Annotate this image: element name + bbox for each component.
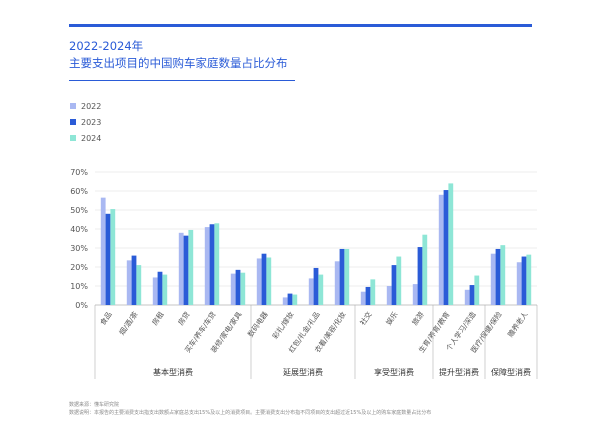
bar-2023-9 (339, 248, 345, 305)
bar-2022-15 (490, 253, 496, 305)
bar-2024-4 (214, 223, 220, 305)
y-tick-label: 10% (70, 282, 88, 291)
x-axis: 食品 烟/酒/茶 房租 房贷买车/养车/车贷装修/家电/家具 数码电器 彩礼/嫁妆红包/礼… (98, 309, 530, 354)
x-tick-label: 数码电器 (246, 310, 270, 339)
bar-2023-4 (209, 224, 215, 305)
bar-2023-11 (391, 265, 397, 305)
legend-label-2023: 2023 (81, 118, 101, 127)
bar-2024-12 (422, 234, 428, 305)
bar-2022-6 (256, 258, 262, 305)
y-tick-label: 60% (70, 187, 88, 196)
chart-bars (100, 183, 532, 305)
x-tick-label: 房贷 (176, 310, 192, 327)
x-tick-label: 食品 (98, 310, 114, 327)
y-tick-label: 20% (70, 263, 88, 272)
x-tick-label: 房租 (150, 310, 166, 327)
bar-2024-8 (318, 274, 324, 305)
bar-2024-14 (474, 275, 480, 305)
bar-2024-5 (240, 272, 246, 305)
bar-2023-2 (157, 271, 163, 305)
y-axis: 0% 10% 20% 30% 40% 50% 60% 70% (70, 168, 88, 310)
legend-swatch-2023 (70, 119, 76, 125)
bar-2022-7 (282, 297, 288, 305)
bar-chart: 2022 2023 2024 0% 10% 20% 30% 40% 50% 60% 70% 食品烟… (70, 102, 538, 379)
y-tick-label: 0% (75, 301, 88, 310)
bar-2022-1 (126, 260, 132, 305)
group-label: 提升型消费 (439, 367, 479, 377)
group-label: 保障型消费 (491, 367, 531, 377)
group-label: 延展型消费 (283, 367, 323, 377)
bar-2024-13 (448, 183, 454, 305)
footer-source: 数据来源：懂车研究院 (69, 402, 120, 408)
bar-2022-10 (360, 291, 366, 305)
bar-2024-0 (110, 209, 116, 305)
legend-label-2024: 2024 (81, 134, 101, 143)
bar-2024-15 (500, 245, 506, 305)
bar-2022-2 (152, 277, 158, 305)
bar-2023-12 (417, 247, 423, 305)
bar-2023-15 (495, 248, 501, 305)
bar-2022-0 (100, 197, 106, 305)
legend-swatch-2024 (70, 135, 76, 141)
bar-2023-5 (235, 269, 241, 305)
bar-2022-4 (204, 227, 210, 305)
chart-legend: 2022 2023 2024 (70, 102, 101, 143)
bar-2023-13 (443, 190, 449, 305)
x-tick-label: 赡养老人 (506, 310, 530, 339)
bar-2023-14 (469, 285, 475, 305)
bar-2023-7 (287, 293, 293, 305)
bar-2024-6 (266, 257, 272, 305)
bar-2024-7 (292, 294, 298, 305)
bar-2023-8 (313, 267, 319, 305)
x-tick-label: 烟/酒/茶 (117, 310, 140, 337)
y-tick-label: 50% (70, 206, 88, 215)
bar-2022-3 (178, 232, 184, 305)
x-tick-label: 彩礼/嫁妆 (270, 310, 295, 341)
y-tick-label: 70% (70, 168, 88, 177)
bar-2022-11 (386, 286, 392, 305)
bar-2024-3 (188, 229, 194, 305)
bar-2022-13 (438, 194, 444, 305)
legend-label-2022: 2022 (81, 102, 101, 111)
bar-2023-6 (261, 253, 267, 305)
bar-2022-8 (308, 278, 314, 305)
bar-2024-2 (162, 274, 168, 305)
bar-2024-9 (344, 248, 350, 305)
bar-2023-3 (183, 235, 189, 305)
x-tick-label: 娱乐 (384, 310, 400, 327)
bar-2024-16 (526, 254, 532, 305)
bar-2024-1 (136, 265, 142, 305)
bar-2023-10 (365, 286, 371, 305)
group-label: 基本型消费 (153, 367, 193, 377)
bar-2023-16 (521, 256, 527, 305)
bar-2023-1 (131, 255, 137, 305)
bar-2022-9 (334, 261, 340, 305)
bar-2022-16 (516, 262, 522, 305)
bar-2022-5 (230, 273, 236, 305)
y-tick-label: 30% (70, 244, 88, 253)
footer-note: 数据说明：本报告的主要消费支出指支出数额占家庭总支出15%及以上的消费项目。主要… (69, 410, 432, 416)
y-tick-label: 40% (70, 225, 88, 234)
bar-2022-14 (464, 289, 470, 305)
bar-2022-12 (412, 284, 418, 305)
bar-2024-10 (370, 279, 376, 305)
x-tick-label: 旅游 (410, 310, 426, 327)
legend-swatch-2022 (70, 103, 76, 109)
x-tick-label: 社交 (358, 310, 374, 327)
bar-2024-11 (396, 256, 402, 305)
group-label: 享受型消费 (374, 367, 414, 377)
bar-2023-0 (105, 213, 111, 305)
